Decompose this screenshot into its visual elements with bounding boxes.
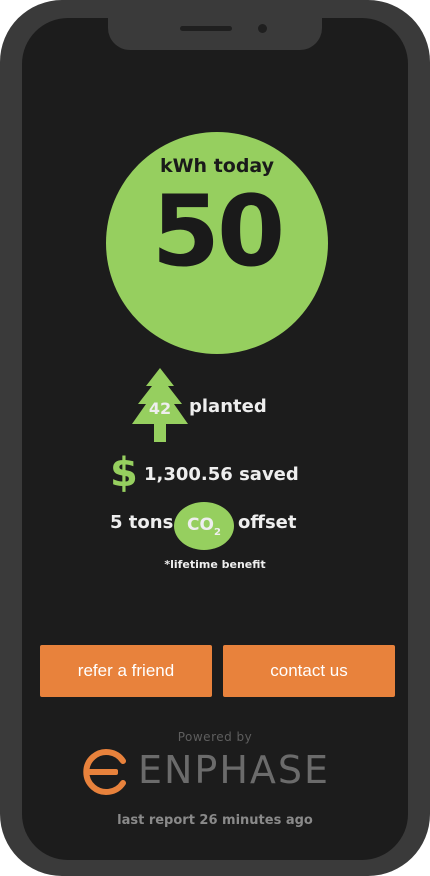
enphase-logo-icon bbox=[83, 749, 126, 795]
carbon-amount: 5 tons bbox=[110, 512, 174, 533]
lifetime-footnote: *lifetime benefit bbox=[164, 558, 266, 571]
powered-by-label: Powered by bbox=[177, 730, 253, 744]
co2-text: CO bbox=[187, 515, 214, 535]
enphase-logo: ENPHASE bbox=[78, 746, 358, 798]
carbon-label: offset bbox=[238, 512, 297, 533]
co2-subscript: 2 bbox=[213, 527, 221, 538]
trees-count: 42 bbox=[148, 399, 172, 418]
last-report-status: last report 26 minutes ago bbox=[117, 813, 313, 828]
refer-friend-button[interactable]: refer a friend bbox=[40, 645, 212, 697]
speaker-grille bbox=[180, 26, 232, 31]
energy-value: 50 bbox=[151, 175, 285, 289]
app-screen: kWh today 50 42 planted $ 1,300.56 saved… bbox=[22, 18, 408, 860]
enphase-wordmark: ENPHASE bbox=[138, 748, 331, 792]
phone-notch bbox=[108, 18, 322, 50]
co2-badge: CO2 bbox=[174, 502, 234, 550]
trees-label: planted bbox=[189, 396, 267, 417]
dollar-icon: $ bbox=[110, 450, 138, 496]
trees-planted-stat: 42 bbox=[130, 368, 190, 444]
savings-label: 1,300.56 saved bbox=[144, 464, 299, 485]
phone-frame: kWh today 50 42 planted $ 1,300.56 saved… bbox=[0, 0, 430, 876]
contact-us-button[interactable]: contact us bbox=[223, 645, 395, 697]
front-camera bbox=[258, 24, 267, 33]
energy-today-circle: kWh today 50 bbox=[106, 132, 328, 354]
